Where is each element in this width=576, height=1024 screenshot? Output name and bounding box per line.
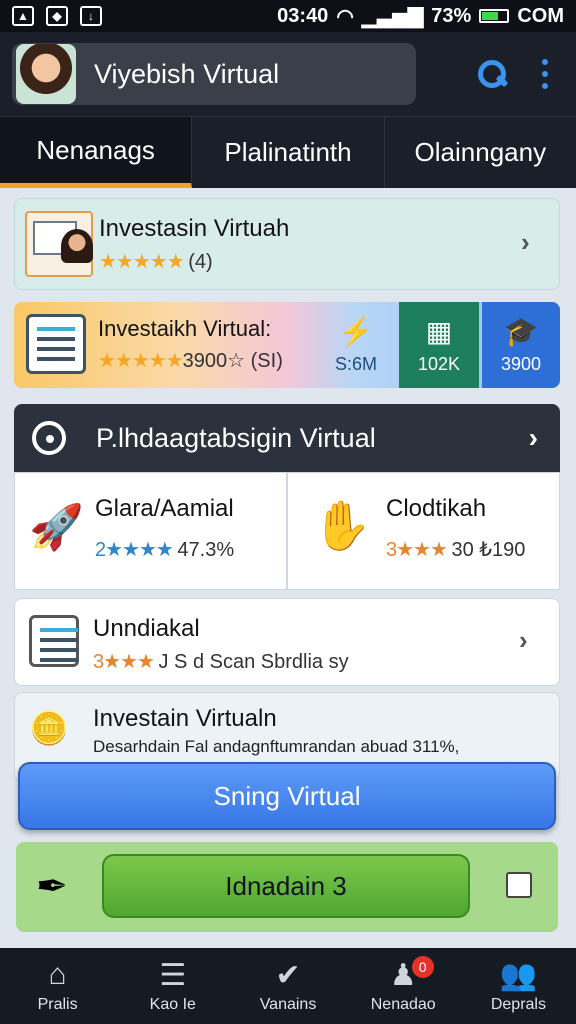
nav-item-nenadao[interactable]: ♟ 0 Nenadao bbox=[346, 948, 461, 1024]
secondary-button[interactable]: Idnadain 3 bbox=[102, 854, 470, 918]
people-icon: 👥 bbox=[499, 959, 538, 992]
item-title: Investasin Virtuah bbox=[99, 215, 290, 242]
cap-icon: 🎓 bbox=[503, 316, 539, 347]
cell-title: Clodtikah bbox=[386, 495, 487, 522]
action-card: ✒ Idnadain 3 bbox=[16, 842, 558, 932]
item-title: Investain Virtualn bbox=[93, 705, 277, 732]
signal-icon: ▁▃▅▇ bbox=[361, 5, 424, 28]
nav-label: Kao Ie bbox=[149, 996, 196, 1013]
person-thumbnail bbox=[61, 229, 93, 263]
flash-icon: ⚡ bbox=[338, 316, 374, 347]
item-title: Unndiakal bbox=[93, 615, 200, 642]
more-vert-icon[interactable] bbox=[542, 59, 548, 89]
grid-cell-clodtikah[interactable]: ✋ Clodtikah 3★★★ 30 ₺190 bbox=[286, 473, 559, 589]
nav-item-kao[interactable]: ☰ Kao Ie bbox=[115, 948, 230, 1024]
nav-item-vanains[interactable]: ✔ Vanains bbox=[230, 948, 345, 1024]
news-icon bbox=[29, 615, 79, 667]
profile-header[interactable]: Viyebish Virtual bbox=[12, 43, 416, 105]
bottom-nav: ⌂ Pralis ☰ Kao Ie ✔ Vanains ♟ 0 Nenadao … bbox=[0, 948, 576, 1024]
document-icon bbox=[26, 314, 86, 374]
search-icon[interactable] bbox=[476, 58, 508, 90]
check-icon: ✔ bbox=[275, 959, 301, 992]
tab-olainngany[interactable]: Olainngany bbox=[385, 117, 576, 188]
grid-cell-glara[interactable]: 🚀 Glara/Aamial 2★★★★ 47.3% bbox=[15, 473, 286, 589]
section-header[interactable]: P.lhdaagtabsigin Virtual › bbox=[14, 404, 560, 472]
nav-label: Deprals bbox=[490, 996, 546, 1013]
avatar[interactable] bbox=[16, 44, 76, 104]
chat-bubble-icon bbox=[32, 421, 66, 455]
notification-badge: 0 bbox=[411, 956, 434, 978]
section-title: P.lhdaagtabsigin Virtual bbox=[96, 422, 376, 453]
tab-nenanags[interactable]: Nenanags bbox=[0, 117, 193, 188]
app-bar: Viyebish Virtual bbox=[0, 32, 576, 116]
rating-stars: 3★★★ J S d Scan Sbrdlia sy bbox=[93, 651, 349, 673]
list-icon: ☰ bbox=[159, 959, 187, 992]
home-icon: ⌂ bbox=[48, 958, 67, 991]
download-icon: ↓ bbox=[80, 6, 102, 26]
chart-icon: ▦ bbox=[425, 316, 453, 347]
nav-label: Vanains bbox=[259, 996, 317, 1013]
rating-stars: 3★★★ 30 ₺190 bbox=[386, 539, 526, 561]
chevron-right-icon[interactable]: › bbox=[529, 422, 538, 454]
rating-stars: ★★★★★ (4) bbox=[99, 251, 213, 273]
battery-percent: 73% bbox=[431, 4, 472, 27]
item-title: Investaikh Virtual: bbox=[98, 316, 272, 341]
stat-value: 102K bbox=[417, 354, 461, 374]
nav-item-pralis[interactable]: ⌂ Pralis bbox=[0, 948, 115, 1024]
list-item-investasin[interactable]: Investasin Virtuah ★★★★★ (4) › bbox=[14, 198, 560, 290]
tab-plalinatinth[interactable]: Plalinatinth bbox=[192, 117, 385, 188]
tab-bar: Nenanags Plalinatinth Olainngany bbox=[0, 116, 576, 188]
status-bar: ▲ ◆ ↓ 03:40 ◠ ▁▃▅▇ 73% COM bbox=[0, 0, 576, 32]
stat-value: 3900 bbox=[500, 354, 542, 374]
hand-icon: ✋ bbox=[312, 500, 372, 553]
primary-button[interactable]: Sning Virtual bbox=[18, 762, 556, 830]
rocket-icon: 🚀 bbox=[29, 503, 84, 552]
coins-icon: 🪙 bbox=[29, 710, 69, 746]
battery-icon bbox=[479, 9, 510, 23]
item-description: Desarhdain Fal andagnftumrandan abuad 31… bbox=[93, 737, 460, 756]
cell-title: Glara/Aamial bbox=[95, 495, 234, 522]
nav-label: Nenadao bbox=[370, 996, 436, 1013]
stat-chart[interactable]: ▦ 102K bbox=[399, 302, 479, 388]
wifi-icon: ◠ bbox=[336, 5, 354, 28]
nav-label: Pralis bbox=[37, 996, 78, 1013]
stat-flash[interactable]: ⚡ S:6M bbox=[316, 302, 396, 388]
nav-item-deprals[interactable]: 👥 Deprals bbox=[461, 948, 576, 1024]
chevron-right-icon[interactable]: › bbox=[521, 227, 530, 258]
pen-icon[interactable]: ✒ bbox=[36, 864, 68, 909]
rating-stars: 2★★★★ 47.3% bbox=[95, 539, 235, 561]
rating-stars: ★★★★★3900☆ (SI) bbox=[98, 350, 283, 372]
list-item-investaikh[interactable]: Investaikh Virtual: ★★★★★3900☆ (SI) ⚡ S:… bbox=[14, 302, 560, 388]
app-title: Viyebish Virtual bbox=[94, 58, 280, 89]
carrier: COM bbox=[517, 4, 564, 27]
chevron-right-icon[interactable]: › bbox=[519, 625, 528, 656]
stat-cap[interactable]: 🎓 3900 bbox=[482, 302, 560, 388]
checkbox[interactable] bbox=[506, 872, 532, 898]
grid-two-cell: 🚀 Glara/Aamial 2★★★★ 47.3% ✋ Clodtikah 3… bbox=[14, 472, 560, 590]
app-notification-icon: ◆ bbox=[46, 6, 68, 26]
main-content: Investasin Virtuah ★★★★★ (4) › Investaik… bbox=[0, 188, 576, 948]
gallery-icon: ▲ bbox=[12, 6, 34, 26]
clock: 03:40 bbox=[277, 4, 329, 27]
stat-value: S:6M bbox=[334, 354, 377, 374]
list-item-unndiakal[interactable]: Unndiakal 3★★★ J S d Scan Sbrdlia sy › bbox=[14, 598, 560, 686]
